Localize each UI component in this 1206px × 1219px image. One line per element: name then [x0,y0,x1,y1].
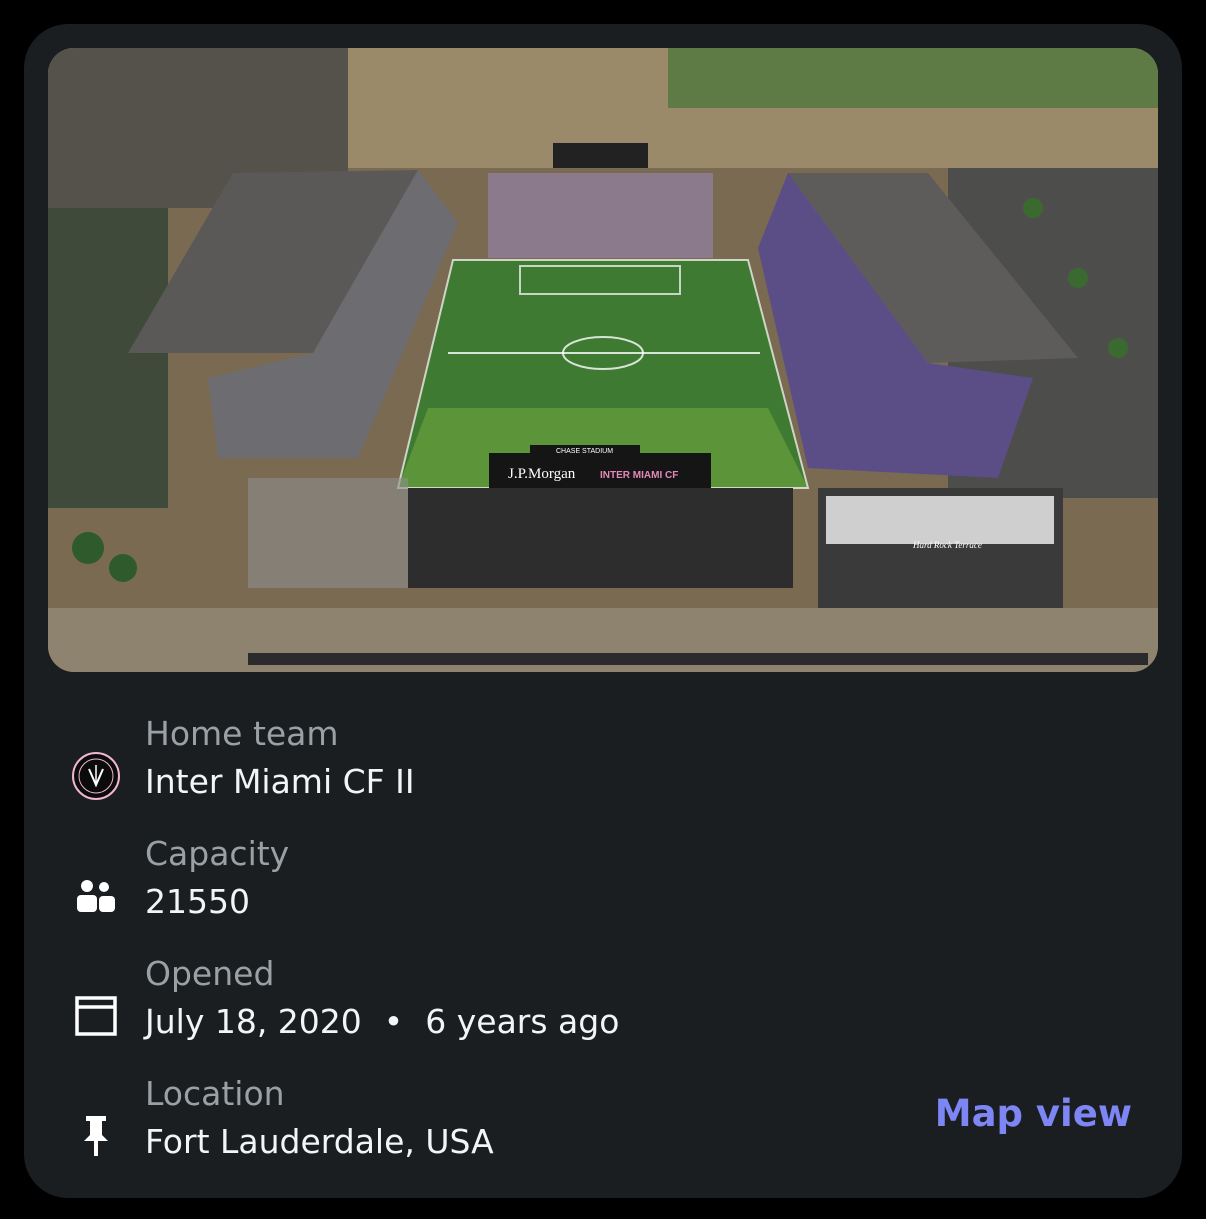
stadium-details-card: J.P.Morgan INTER MIAMI CF CHASE STADIUM … [24,24,1182,1198]
capacity-label: Capacity [145,834,290,873]
calendar-icon [70,990,122,1042]
location-label: Location [145,1074,285,1113]
separator-dot: • [383,1002,404,1041]
detail-opened: Opened July 18, 2020 • 6 years ago [24,954,1182,1064]
people-icon [70,870,122,922]
pin-icon [70,1110,122,1162]
stadium-aerial-image: J.P.Morgan INTER MIAMI CF CHASE STADIUM … [48,48,1158,672]
terrace-text: Hard Rock Terrace [912,540,982,550]
home-team-label: Home team [145,714,339,753]
capacity-value: 21550 [145,882,250,921]
location-value: Fort Lauderdale, USA [145,1122,494,1161]
board-team-text: INTER MIAMI CF [600,470,678,481]
opened-relative: 6 years ago [425,1002,620,1041]
map-view-button[interactable]: Map view [935,1092,1132,1136]
detail-home-team: Home team Inter Miami CF II [24,714,1182,824]
board-brand-text: J.P.Morgan [508,466,576,482]
home-team-value: Inter Miami CF II [145,762,415,801]
opened-date: July 18, 2020 [145,1002,362,1041]
opened-label: Opened [145,954,275,993]
team-crest-icon [70,750,122,802]
stadium-photo: J.P.Morgan INTER MIAMI CF CHASE STADIUM … [48,48,1158,672]
board-stadium-text: CHASE STADIUM [556,448,613,455]
opened-value-line: July 18, 2020 • 6 years ago [145,1002,619,1042]
detail-capacity: Capacity 21550 [24,834,1182,944]
